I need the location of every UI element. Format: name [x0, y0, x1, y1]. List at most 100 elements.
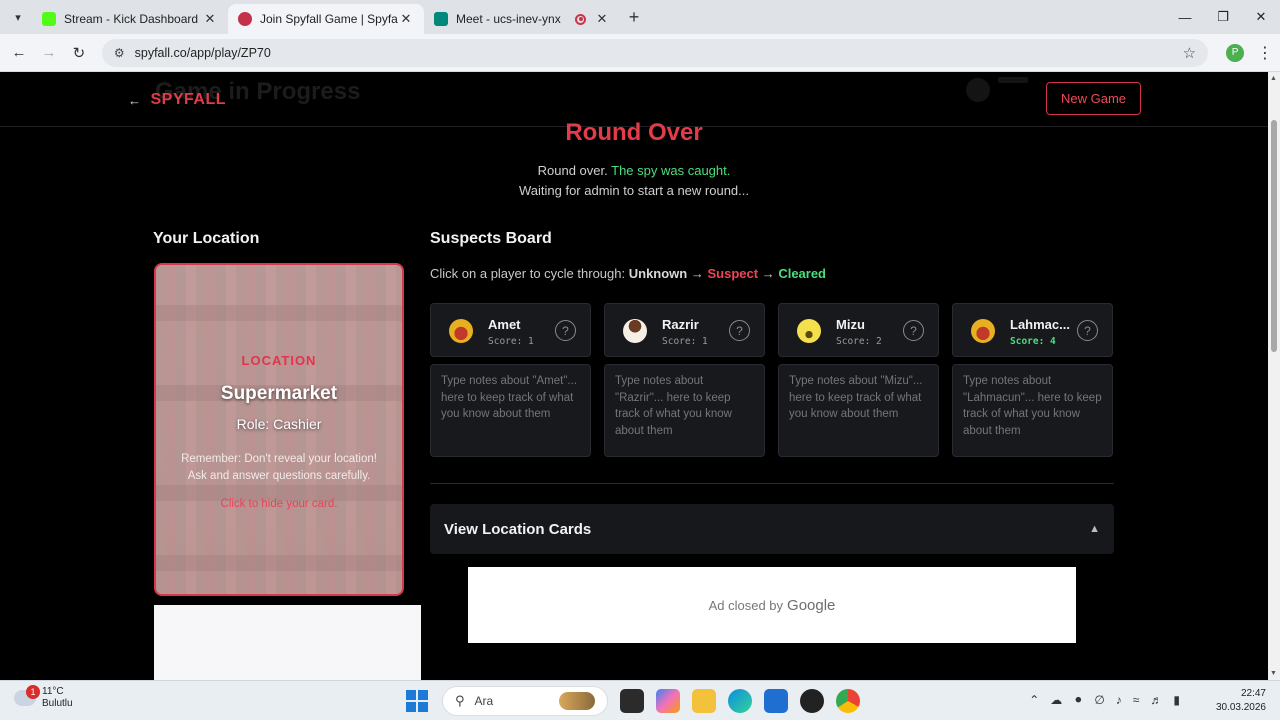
- ghost-avatar-icon: [966, 78, 990, 102]
- bluetooth-icon[interactable]: ∅: [1094, 693, 1104, 707]
- restore-icon[interactable]: ❐: [1204, 9, 1242, 25]
- tab-search-dropdown-icon[interactable]: ▾: [4, 5, 32, 29]
- back-icon[interactable]: ←: [4, 44, 34, 61]
- location-card-content: LOCATION Supermarket Role: Cashier Remem…: [156, 265, 402, 594]
- new-tab-icon[interactable]: +: [620, 7, 648, 28]
- tab-spyfall[interactable]: Join Spyfall Game | Spyfall Online ✕: [228, 4, 424, 34]
- bookmark-star-icon[interactable]: ☆: [1183, 44, 1196, 62]
- arrow-icon: →: [761, 266, 775, 281]
- minimize-icon[interactable]: —: [1166, 10, 1204, 25]
- question-mark-icon[interactable]: ?: [555, 320, 576, 341]
- tab-kick-dashboard[interactable]: Stream - Kick Dashboard ✕: [32, 4, 228, 34]
- spy-caught-text: The spy was caught.: [611, 163, 731, 178]
- round-over-title: Round Over: [565, 119, 703, 146]
- question-mark-icon[interactable]: ?: [729, 320, 750, 341]
- url-text[interactable]: spyfall.co/app/play/ZP70: [135, 46, 1183, 60]
- player-role: Role: Cashier: [236, 416, 322, 432]
- profile-avatar[interactable]: P: [1226, 43, 1245, 62]
- location-card[interactable]: LOCATION Supermarket Role: Cashier Remem…: [154, 263, 404, 596]
- tray-overflow-icon[interactable]: ⌃: [1029, 693, 1039, 707]
- weather-temp: 11°C: [42, 686, 64, 697]
- spyfall-logo[interactable]: ← SPYFALL: [128, 91, 226, 109]
- wifi-icon[interactable]: ≈: [1133, 693, 1140, 707]
- tray-shield-icon[interactable]: ⚫: [1073, 693, 1083, 707]
- url-field[interactable]: ⚙ spyfall.co/app/play/ZP70 ☆: [101, 38, 1209, 67]
- taskbar-apps: ⚲ Ara: [406, 686, 860, 716]
- notes-field-lahmacun[interactable]: [952, 364, 1113, 457]
- window-controls: — ❐ ✕: [1166, 0, 1280, 34]
- more-menu-icon[interactable]: ⋮: [1250, 43, 1280, 63]
- store-icon[interactable]: [764, 689, 788, 713]
- edge-icon[interactable]: [728, 689, 752, 713]
- weather-widget[interactable]: 1 11°C Bulutlu: [14, 685, 73, 710]
- player-score: Score: 1: [488, 336, 534, 347]
- windows-start-icon[interactable]: [406, 690, 428, 712]
- close-window-icon[interactable]: ✕: [1242, 9, 1280, 25]
- task-view-icon[interactable]: [620, 689, 644, 713]
- player-name: Amet: [488, 317, 521, 332]
- tray-app-icon[interactable]: ☁: [1050, 693, 1062, 707]
- round-msg-prefix: Round over.: [537, 163, 608, 178]
- file-explorer-icon[interactable]: [692, 689, 716, 713]
- location-name: Supermarket: [220, 383, 338, 404]
- notes-field-razrir[interactable]: [604, 364, 765, 457]
- ad-banner: Ad closed by Google: [468, 567, 1076, 643]
- scroll-up-icon[interactable]: ▲: [1270, 75, 1277, 82]
- question-mark-icon[interactable]: ?: [903, 320, 924, 341]
- windows-taskbar: 1 11°C Bulutlu ⚲ Ara ⌃ ☁ ⚫ ∅ ♪ ≈ ♬ ▮ 22:…: [0, 680, 1280, 720]
- player-avatar-icon: [797, 319, 821, 343]
- taskbar-search-input[interactable]: ⚲ Ara: [442, 686, 608, 716]
- player-score: Score: 2: [836, 336, 882, 347]
- scrollbar-thumb[interactable]: [1271, 120, 1277, 352]
- weather-desc: Bulutlu: [42, 698, 73, 709]
- player-card-mizu[interactable]: Mizu Score: 2 ?: [778, 303, 939, 357]
- battery-icon[interactable]: ▮: [1173, 693, 1180, 707]
- state-suspect: Suspect: [707, 266, 759, 281]
- obs-icon[interactable]: [800, 689, 824, 713]
- suspects-hint: Click on a player to cycle through: Unkn…: [430, 266, 826, 281]
- waiting-message: Waiting for admin to start a new round..…: [518, 183, 749, 198]
- view-location-cards-toggle[interactable]: View Location Cards ▲: [430, 504, 1114, 554]
- new-game-button[interactable]: New Game: [1046, 82, 1141, 115]
- notes-field-mizu[interactable]: [778, 364, 939, 457]
- search-placeholder: Ara: [474, 694, 494, 708]
- weather-text: 11°C Bulutlu: [42, 686, 73, 710]
- player-name: Lahmac...: [1010, 317, 1070, 332]
- chevron-up-icon: ▲: [1089, 523, 1100, 535]
- close-tab-icon[interactable]: ✕: [202, 11, 218, 27]
- question-mark-icon[interactable]: ?: [1077, 320, 1098, 341]
- player-card-lahmacun[interactable]: Lahmac... Score: 4 ?: [952, 303, 1113, 357]
- hide-card-link[interactable]: Click to hide your card.: [156, 498, 402, 510]
- ghost-text: [998, 77, 1028, 83]
- notification-badge: 1: [26, 685, 40, 699]
- clock-time: 22:47: [1240, 688, 1266, 699]
- tab-title: Stream - Kick Dashboard: [64, 12, 199, 26]
- clock-date: 30.03.2026: [1215, 702, 1266, 713]
- tab-meet[interactable]: Meet - ucs-inev-ynx ✕: [424, 4, 620, 34]
- microphone-icon[interactable]: ♪: [1116, 693, 1122, 707]
- player-avatar-icon: [971, 319, 995, 343]
- copilot-icon[interactable]: [656, 689, 680, 713]
- player-score: Score: 1: [662, 336, 708, 347]
- tab-title: Join Spyfall Game | Spyfall Online: [260, 12, 398, 26]
- page-viewport: Game in Progress ← SPYFALL New Game Roun…: [0, 72, 1268, 680]
- chrome-icon[interactable]: [836, 689, 860, 713]
- close-tab-icon[interactable]: ✕: [398, 11, 414, 27]
- player-card-amet[interactable]: Amet Score: 1 ?: [430, 303, 591, 357]
- browser-tab-bar: ▾ Stream - Kick Dashboard ✕ Join Spyfall…: [0, 0, 1280, 34]
- hint-prefix: Click on a player to cycle through:: [430, 266, 626, 281]
- search-highlight-image: [559, 692, 595, 710]
- player-name: Mizu: [836, 317, 865, 332]
- reload-icon[interactable]: ↻: [64, 44, 94, 62]
- accordion-label: View Location Cards: [444, 520, 592, 538]
- close-tab-icon[interactable]: ✕: [594, 11, 610, 27]
- scroll-down-icon[interactable]: ▼: [1270, 670, 1277, 677]
- volume-icon[interactable]: ♬: [1150, 693, 1162, 707]
- forward-icon[interactable]: →: [34, 44, 64, 61]
- site-info-icon[interactable]: ⚙: [114, 46, 125, 60]
- player-card-razrir[interactable]: Razrir Score: 1 ?: [604, 303, 765, 357]
- page-scrollbar[interactable]: ▲ ▼: [1268, 72, 1280, 680]
- taskbar-clock[interactable]: 22:47 30.03.2026: [1216, 687, 1266, 715]
- spyfall-favicon-icon: [238, 12, 252, 26]
- notes-field-amet[interactable]: [430, 364, 591, 457]
